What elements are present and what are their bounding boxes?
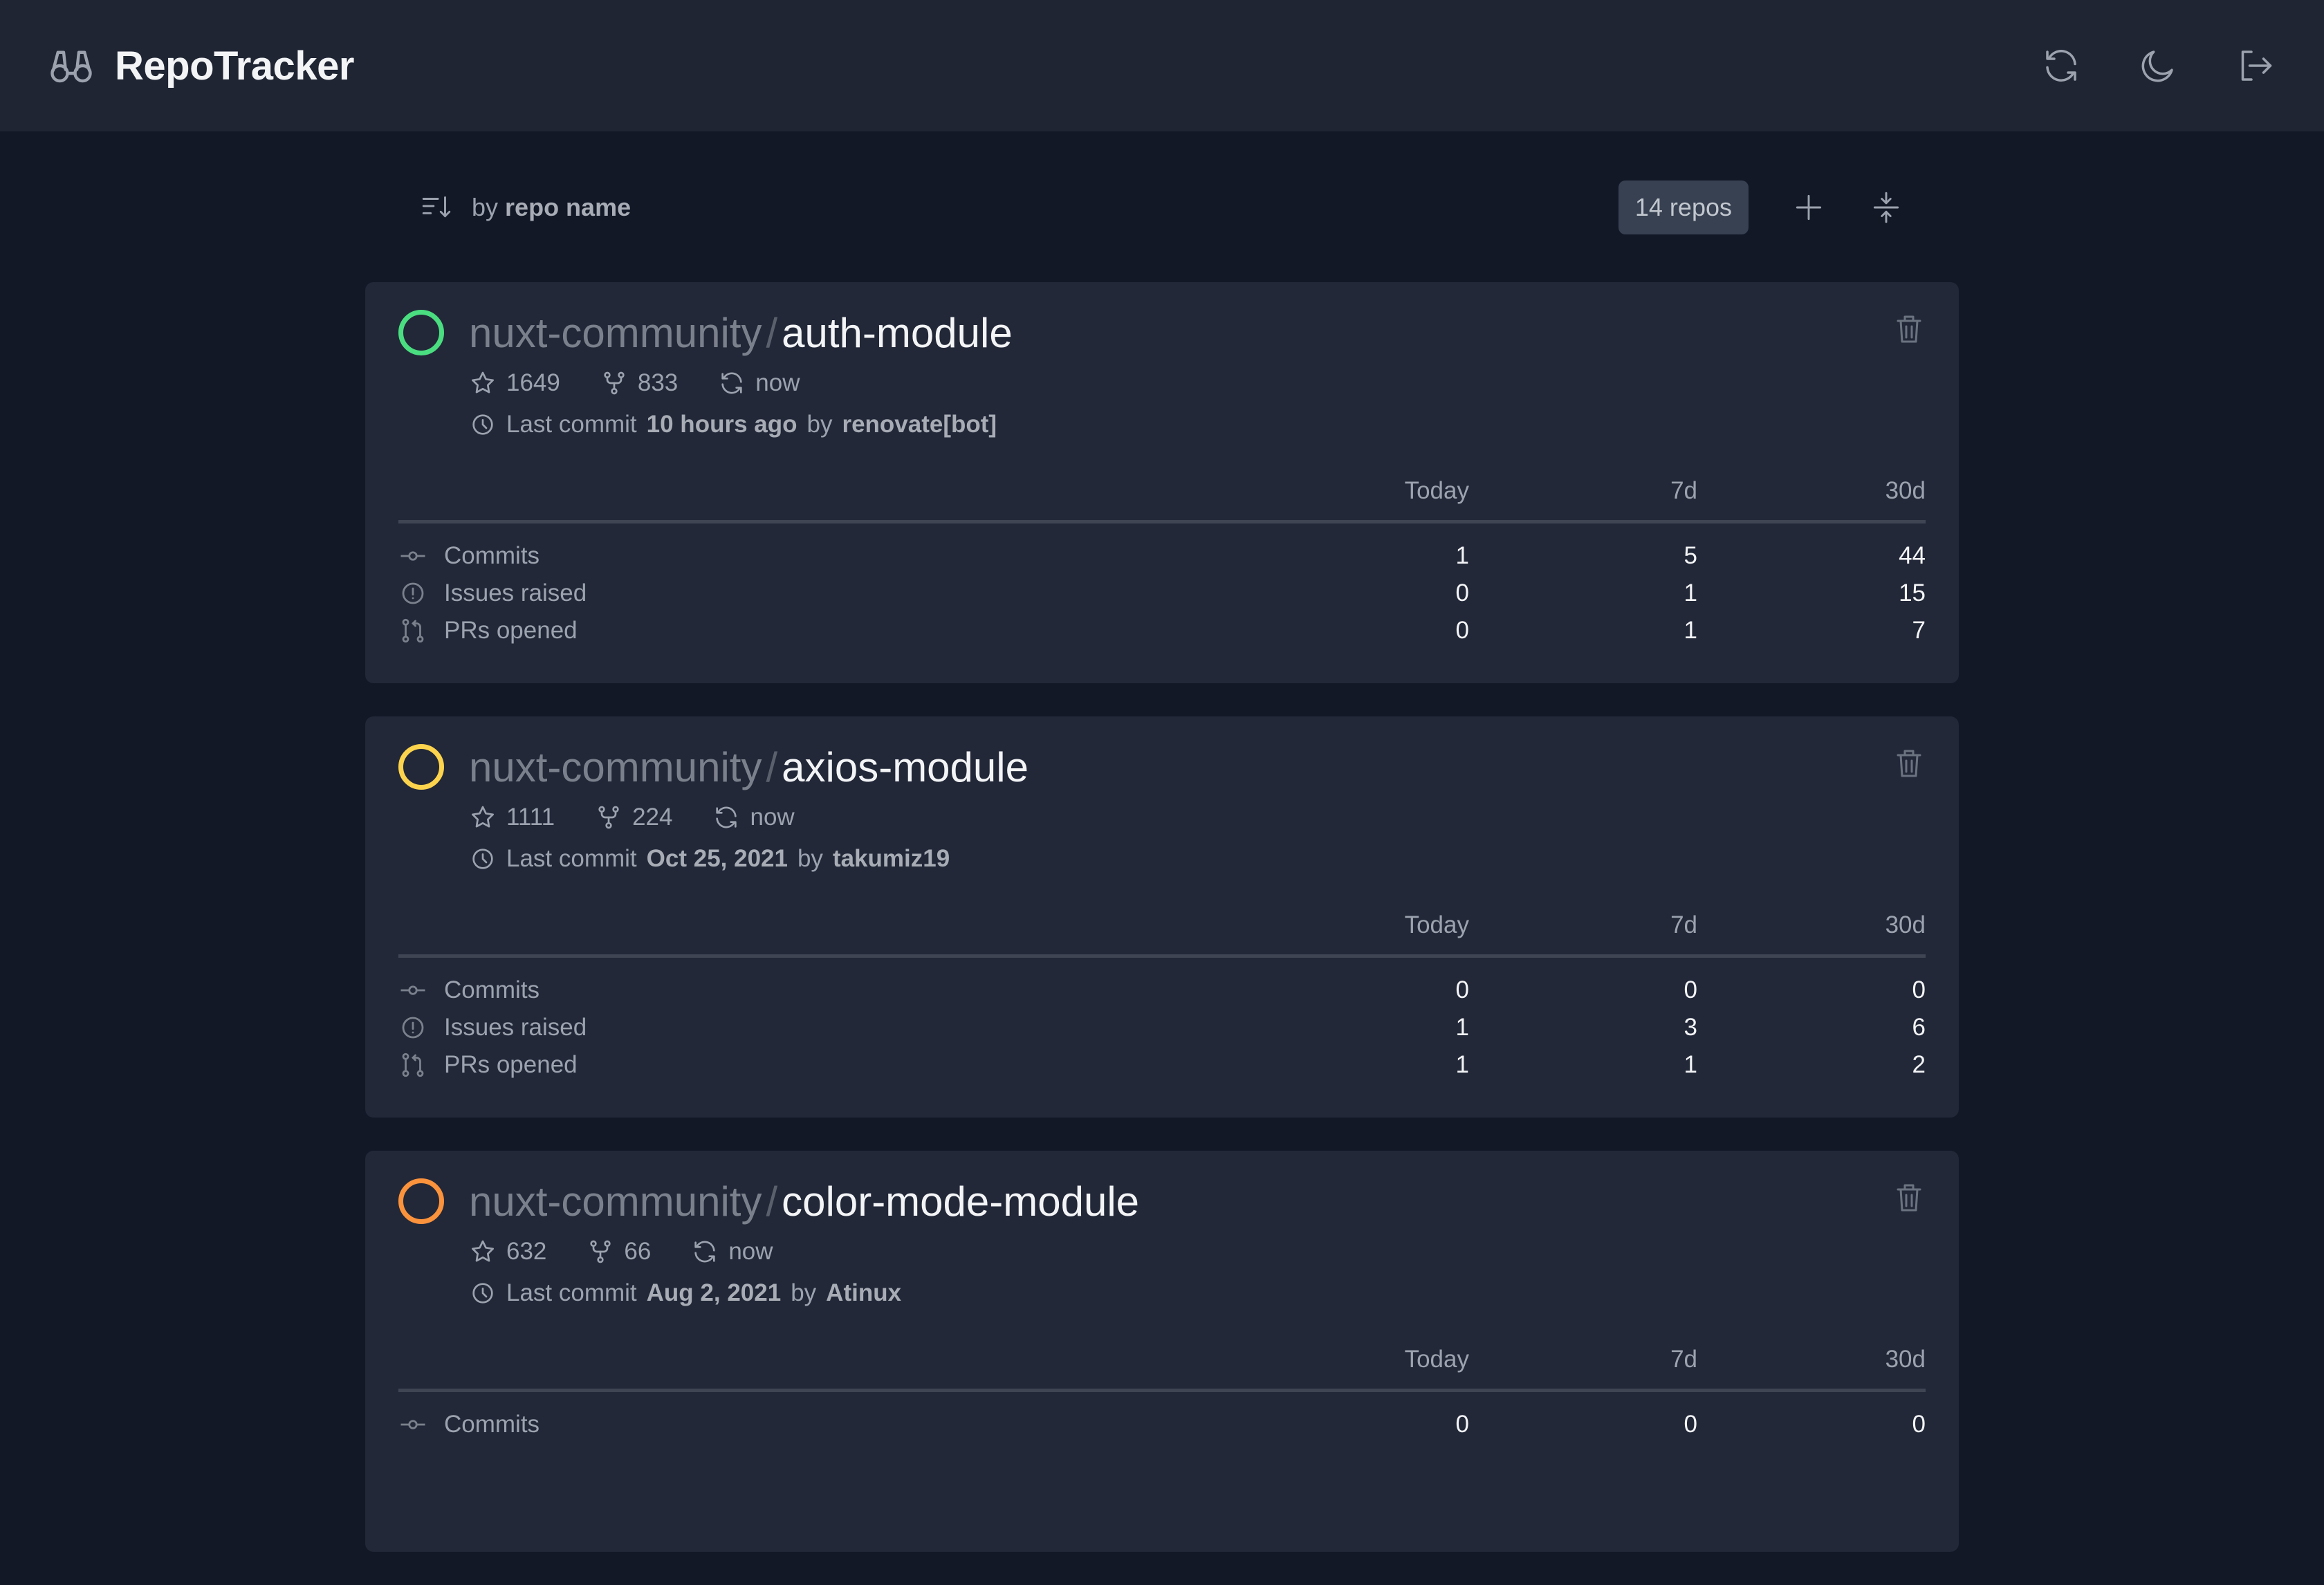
table-row: Issues raised 0 1 15 — [398, 575, 1926, 612]
repo-title[interactable]: nuxt-community / color-mode-module — [469, 1177, 1139, 1227]
logout-icon — [2241, 50, 2272, 81]
table-row: PRs opened 1 1 2 — [398, 1046, 1926, 1084]
repo-card[interactable]: nuxt-community / auth-module 1649 833 now … — [365, 282, 1959, 683]
stars: 632 — [469, 1238, 546, 1266]
activity-table: Today 7d 30d Commits 0 0 0 — [398, 1346, 1926, 1443]
clock-icon — [472, 1283, 493, 1304]
repo-list: nuxt-community / auth-module 1649 833 now … — [365, 282, 1959, 1585]
pull-request-icon — [402, 1053, 424, 1077]
refresh-button[interactable] — [2040, 45, 2082, 86]
repo-name: color-mode-module — [782, 1178, 1140, 1225]
table-row: PRs opened 0 1 7 — [398, 612, 1926, 649]
brand[interactable]: RepoTracker — [48, 43, 354, 89]
repo-title[interactable]: nuxt-community / axios-module — [469, 743, 1029, 792]
commit-author: takumiz19 — [832, 845, 950, 872]
collapse-icon — [1873, 192, 1899, 223]
delete-repo-button[interactable] — [1892, 313, 1926, 346]
stars: 1649 — [469, 369, 560, 397]
synced: now — [712, 804, 795, 831]
sync-icon — [716, 806, 737, 828]
table-header: Today 7d 30d — [398, 911, 1926, 958]
status-indicator — [398, 744, 444, 790]
app-header: RepoTracker — [0, 0, 2324, 131]
binoculars-icon — [48, 43, 94, 89]
issue-icon — [402, 1017, 424, 1039]
sort-field: repo name — [505, 193, 631, 221]
clock-icon — [472, 849, 493, 869]
commit-author: renovate[bot] — [842, 411, 997, 438]
repo-name: auth-module — [782, 310, 1013, 356]
repo-name: axios-module — [782, 744, 1029, 790]
list-toolbar: by repo name 14 repos — [365, 180, 1959, 235]
sync-icon — [721, 372, 742, 394]
trash-icon — [1897, 1184, 1921, 1212]
last-commit: Last commit Oct 25, 2021 by takumiz19 — [469, 845, 950, 873]
table-row: Issues raised 1 3 6 — [398, 1009, 1926, 1046]
repo-owner: nuxt-community — [469, 310, 762, 356]
status-indicator — [398, 1178, 444, 1224]
repo-meta: 1111 224 now — [469, 804, 795, 831]
table-header: Today 7d 30d — [398, 477, 1926, 523]
collapse-all-button[interactable] — [1869, 190, 1903, 225]
trash-icon — [1897, 750, 1921, 777]
delete-repo-button[interactable] — [1892, 747, 1926, 780]
fork-icon — [604, 371, 625, 395]
app-title: RepoTracker — [115, 43, 354, 89]
activity-table: Today 7d 30d Commits 0 0 0 Issues raised… — [398, 911, 1926, 1084]
last-commit: Last commit Aug 2, 2021 by Atinux — [469, 1279, 901, 1307]
repo-owner: nuxt-community — [469, 1178, 762, 1225]
delete-repo-button[interactable] — [1892, 1181, 1926, 1214]
table-row: Commits 1 5 44 — [398, 537, 1926, 575]
fork-icon — [598, 806, 619, 829]
synced: now — [691, 1238, 773, 1266]
repo-meta: 1649 833 now — [469, 369, 800, 397]
sort-button[interactable]: by repo name — [419, 190, 631, 225]
star-icon — [472, 1240, 494, 1262]
last-commit: Last commit 10 hours ago by renovate[bot… — [469, 411, 997, 438]
repo-card[interactable]: nuxt-community / color-mode-module 632 66 … — [365, 1151, 1959, 1552]
table-header: Today 7d 30d — [398, 1346, 1926, 1392]
commit-icon — [400, 1420, 425, 1429]
status-indicator — [398, 310, 444, 355]
forks: 224 — [595, 804, 672, 831]
pull-request-icon — [402, 618, 424, 643]
star-icon — [472, 371, 494, 393]
refresh-icon — [2046, 50, 2076, 82]
commit-author: Atinux — [826, 1279, 902, 1306]
commit-icon — [400, 985, 425, 995]
commit-icon — [400, 551, 425, 561]
star-icon — [472, 806, 494, 828]
table-row: Commits 0 0 0 — [398, 1406, 1926, 1443]
add-repo-button[interactable] — [1791, 190, 1826, 225]
moon-icon — [2141, 50, 2173, 82]
repo-card[interactable]: nuxt-community / axios-module 1111 224 now — [365, 716, 1959, 1118]
forks: 833 — [600, 369, 678, 397]
clock-icon — [472, 414, 493, 435]
repo-count-badge: 14 repos — [1618, 180, 1749, 234]
synced: now — [718, 369, 800, 397]
issue-icon — [402, 582, 424, 604]
trash-icon — [1897, 315, 1921, 343]
sort-prefix: by — [472, 193, 499, 221]
repo-title[interactable]: nuxt-community / auth-module — [469, 308, 1013, 358]
forks: 66 — [587, 1238, 651, 1266]
activity-table: Today 7d 30d Commits 1 5 44 Issues raise… — [398, 477, 1926, 649]
table-row: Commits 0 0 0 — [398, 972, 1926, 1009]
fork-icon — [590, 1240, 611, 1263]
sort-icon — [422, 196, 451, 218]
plus-icon — [1796, 194, 1822, 221]
logout-button[interactable] — [2234, 45, 2276, 86]
repo-meta: 632 66 now — [469, 1238, 773, 1266]
repo-owner: nuxt-community — [469, 744, 762, 790]
stars: 1111 — [469, 804, 555, 831]
theme-toggle-button[interactable] — [2137, 45, 2179, 86]
sync-icon — [694, 1241, 716, 1263]
